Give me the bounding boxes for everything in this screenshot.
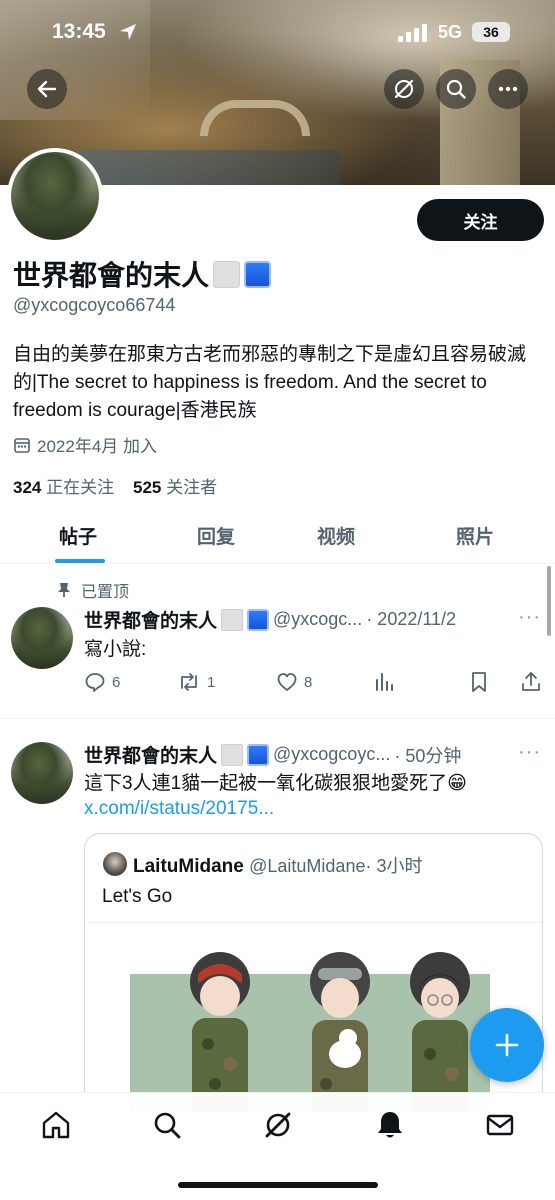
pinned-indicator: 已置顶 (57, 578, 129, 602)
quoted-time: · 3小时 (365, 856, 423, 876)
quoted-avatar (103, 852, 127, 876)
post-divider (0, 718, 555, 719)
post-avatar[interactable] (11, 607, 73, 669)
plus-icon (495, 1033, 519, 1057)
active-tab-indicator (55, 559, 105, 563)
battery-indicator: 36 (472, 22, 510, 42)
search-icon[interactable] (151, 1109, 183, 1141)
post-more-icon[interactable]: ··· (518, 606, 541, 629)
bookmark-icon (472, 672, 486, 692)
cell-signal-icon (398, 24, 427, 42)
post-more-icon[interactable]: ··· (518, 741, 541, 764)
followers-count: 525 (133, 478, 162, 497)
heart-icon (277, 673, 297, 691)
profile-tabs: 帖子 回复 视频 照片 (0, 510, 555, 564)
network-type: 5G (438, 22, 463, 42)
calendar-icon (14, 437, 30, 453)
status-bar: 13:45 5G 36 (0, 0, 555, 62)
character-illustration (410, 952, 470, 1112)
profile-handle: @yxcogcoyco66744 (13, 295, 176, 315)
views-chart-icon (376, 673, 393, 691)
pinned-label: 已置顶 (81, 584, 130, 601)
quoted-separator (85, 922, 542, 923)
home-indicator (178, 1182, 378, 1188)
notifications-icon[interactable] (374, 1109, 406, 1141)
grok-icon[interactable] (262, 1109, 294, 1141)
pin-icon (58, 583, 70, 597)
tab-videos[interactable]: 视频 (317, 522, 355, 549)
location-arrow-icon (120, 24, 136, 40)
post-time[interactable]: · 2022/11/2 (366, 609, 456, 630)
follow-button[interactable]: 关注 (417, 199, 544, 241)
follow-stats: 324 正在关注 525 关注者 (13, 473, 217, 498)
post-text: 寫小說: (84, 639, 147, 660)
grok-button[interactable] (384, 69, 424, 109)
repost-icon (181, 673, 197, 691)
more-button[interactable] (488, 69, 528, 109)
repost-button[interactable]: 1 (177, 671, 215, 693)
character-illustration (310, 952, 370, 1112)
post-avatar[interactable] (11, 742, 73, 804)
following-count: 324 (13, 478, 42, 497)
joined-text: 2022年4月 加入 (37, 437, 157, 456)
more-icon (498, 86, 518, 92)
quoted-post[interactable]: LaituMidane @LaituMidane· 3小时 Let's Go (84, 833, 543, 1113)
home-icon[interactable] (40, 1109, 72, 1141)
display-name: 世界都會的末人 (13, 254, 272, 294)
followers-label: 关注者 (166, 478, 218, 497)
display-name-text: 世界都會的末人 (13, 260, 210, 291)
share-icon (522, 672, 540, 691)
post-author-name[interactable]: 世界都會的末人 (84, 606, 217, 633)
tab-photos[interactable]: 照片 (456, 522, 494, 549)
compose-post-button[interactable] (470, 1008, 544, 1082)
quoted-header: LaituMidane @LaituMidane· 3小时 (133, 852, 422, 878)
search-icon (446, 79, 466, 99)
bookmark-button[interactable] (470, 671, 488, 693)
messages-icon[interactable] (484, 1109, 516, 1141)
like-count: 8 (304, 673, 313, 691)
followers-link[interactable]: 525 关注者 (133, 478, 217, 497)
character-illustration (190, 952, 250, 1112)
views-button[interactable] (374, 671, 394, 693)
post-header: 世界都會的末人 @yxcogcoyc... · 50分钟 (84, 741, 504, 768)
blue-square-emoji (244, 260, 272, 288)
reply-icon (85, 673, 105, 692)
repost-count: 1 (207, 673, 216, 691)
reply-button[interactable]: 6 (84, 671, 120, 693)
post-text: 這下3人連1貓一起被一氧化碳狠狠地愛死了😁 (84, 773, 467, 794)
following-label: 正在关注 (46, 478, 115, 497)
tab-replies[interactable]: 回复 (197, 522, 235, 549)
like-button[interactable]: 8 (276, 671, 312, 693)
white-square-emoji (213, 260, 241, 288)
joined-date: 2022年4月 加入 (13, 432, 157, 457)
blue-square-emoji (247, 743, 270, 766)
share-button[interactable] (521, 671, 541, 693)
blue-square-emoji (247, 608, 270, 631)
post-author-name[interactable]: 世界都會的末人 (84, 741, 217, 768)
grok-icon (394, 79, 414, 99)
post-author-handle: @yxcogc... (273, 609, 363, 629)
quoted-author-name: LaituMidane (133, 856, 244, 877)
following-link[interactable]: 324 正在关注 (13, 478, 114, 497)
search-button[interactable] (436, 69, 476, 109)
white-square-emoji (221, 608, 244, 631)
tab-posts[interactable]: 帖子 (59, 522, 97, 549)
reply-count: 6 (112, 673, 121, 691)
post-time[interactable]: · 50分钟 (394, 742, 461, 768)
quoted-author-handle: @LaituMidane (249, 856, 366, 876)
post-actions: 6 1 8 (84, 671, 544, 697)
post-author-handle: @yxcogcoyc... (273, 744, 391, 764)
status-time: 13:45 (52, 20, 106, 43)
profile-avatar[interactable] (7, 148, 103, 244)
scrollbar[interactable] (547, 566, 551, 636)
back-button[interactable] (27, 69, 67, 109)
profile-bio: 自由的美夢在那東方古老而邪惡的專制之下是虛幻且容易破滅的|The secret … (13, 344, 527, 421)
post-link[interactable]: x.com/i/status/20175... (84, 798, 274, 820)
white-square-emoji (221, 743, 244, 766)
quoted-text: Let's Go (102, 886, 173, 907)
back-arrow-icon (37, 80, 57, 98)
post-header: 世界都會的末人 @yxcogc... · 2022/11/2 (84, 606, 504, 633)
